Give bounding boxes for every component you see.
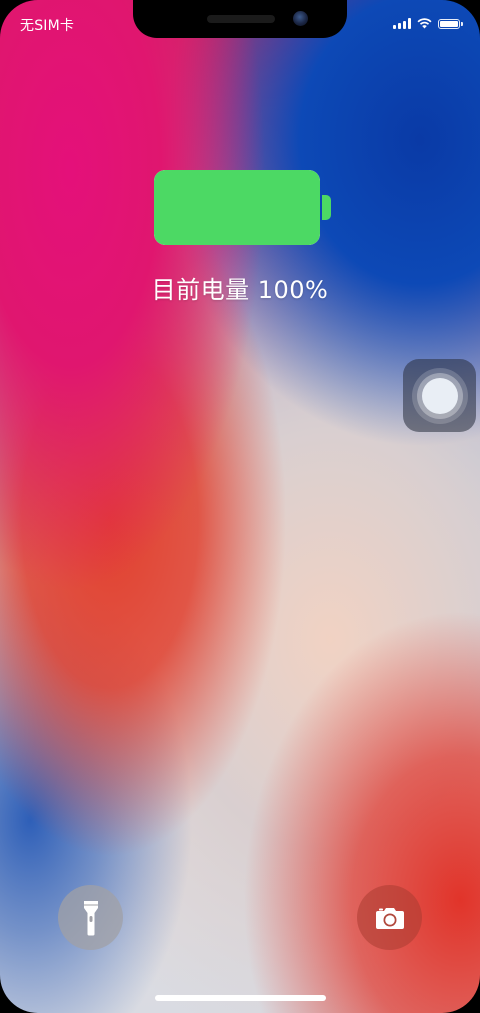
status-icons — [393, 18, 463, 29]
camera-icon — [375, 907, 404, 929]
carrier-label: 无SIM卡 — [20, 18, 75, 34]
home-indicator[interactable] — [155, 995, 326, 1001]
assistive-touch-icon — [411, 367, 468, 424]
battery-icon — [438, 18, 463, 29]
lock-screen: 无SIM卡 目前电量 100% — [0, 0, 480, 1013]
flashlight-button[interactable] — [58, 885, 123, 950]
battery-percentage-text: 目前电量 100% — [151, 276, 329, 304]
battery-icon-fill — [440, 20, 458, 27]
cellular-signal-icon — [393, 18, 411, 29]
battery-terminal — [322, 195, 331, 220]
camera-button[interactable] — [357, 885, 422, 950]
wifi-icon — [417, 18, 432, 29]
charging-battery-indicator — [154, 170, 320, 245]
assistive-touch-core — [421, 377, 458, 414]
assistive-touch-ring — [416, 372, 463, 419]
flashlight-icon — [83, 900, 98, 935]
earpiece-speaker — [207, 15, 275, 23]
battery-level-fill — [154, 170, 320, 245]
assistive-touch-button[interactable] — [403, 359, 476, 432]
front-camera — [293, 11, 308, 26]
